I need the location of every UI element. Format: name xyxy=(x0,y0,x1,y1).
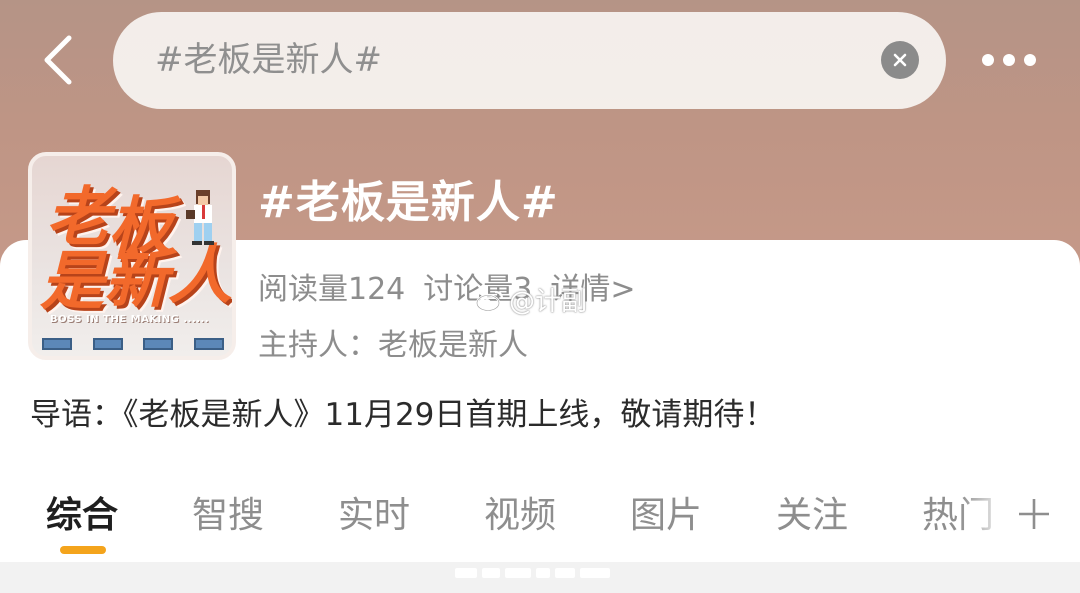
cover-title-char: 人 xyxy=(168,239,232,313)
weibo-logo-icon xyxy=(475,290,504,312)
clear-search-button[interactable] xyxy=(881,41,919,79)
search-input[interactable]: #老板是新人# xyxy=(113,12,946,109)
topic-cover-image[interactable]: 老 板 是 新 人 BOSS IN THE MAKING ...... xyxy=(28,152,236,360)
weibo-watermark: @计副 xyxy=(475,281,587,318)
cover-title-char: 是 xyxy=(40,245,104,319)
topic-title: #老板是新人# xyxy=(258,177,559,228)
search-query-text: #老板是新人# xyxy=(155,40,382,80)
cover-building-windows xyxy=(42,338,224,350)
topic-host: 主持人：老板是新人 xyxy=(258,328,528,363)
plus-icon xyxy=(1019,499,1049,529)
cover-title-char: 新 xyxy=(104,243,168,317)
read-count: 阅读量124 xyxy=(258,272,406,307)
back-button[interactable] xyxy=(30,30,86,90)
watermark-text: @计副 xyxy=(509,287,588,317)
scroll-indicator xyxy=(455,566,625,580)
active-tab-indicator xyxy=(60,546,106,554)
tab-bar: 综合 智搜 实时 视频 图片 关注 热门 xyxy=(0,480,1080,552)
tab-video[interactable]: 视频 xyxy=(484,486,556,538)
topic-intro: 导语：《老板是新人》11月29日首期上线，敬请期待！ xyxy=(30,397,776,433)
more-dots-icon[interactable] xyxy=(972,38,1046,82)
close-icon xyxy=(893,53,907,67)
tab-realtime[interactable]: 实时 xyxy=(338,486,410,538)
tab-comprehensive[interactable]: 综合 xyxy=(46,486,118,538)
chevron-left-icon xyxy=(44,35,72,85)
cover-character-figure xyxy=(186,190,214,245)
tab-following[interactable]: 关注 xyxy=(776,486,848,538)
tab-smart-search[interactable]: 智搜 xyxy=(192,486,264,538)
cover-subtitle: BOSS IN THE MAKING ...... xyxy=(50,314,210,325)
cover-title-char: 老 xyxy=(46,181,110,255)
add-tab-button[interactable] xyxy=(1008,488,1060,540)
tab-images[interactable]: 图片 xyxy=(630,486,702,538)
